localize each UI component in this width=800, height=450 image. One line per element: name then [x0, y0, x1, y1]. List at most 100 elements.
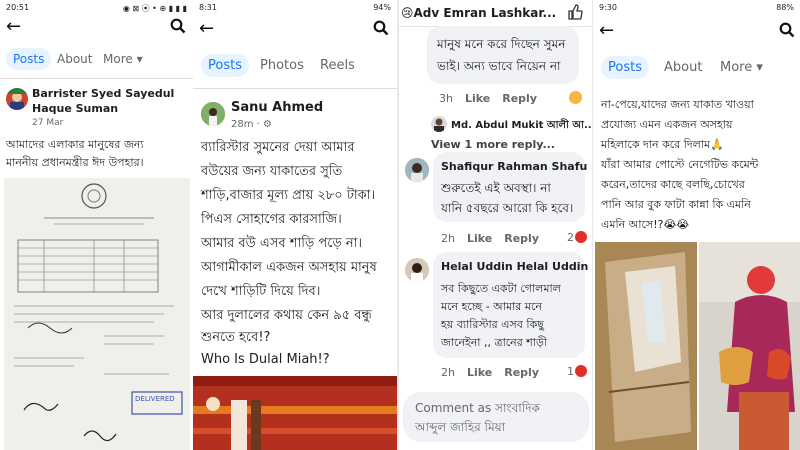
search-icon-glyph: [170, 18, 186, 34]
post-text-line: শাড়ি,বাজার মূল্য প্রায় ২৮০ টাকা।: [201, 188, 376, 203]
avatar[interactable]: [405, 258, 429, 282]
comment-author[interactable]: Shafiqur Rahman Shafu: [441, 160, 587, 173]
post-time: 28m · ⚙: [231, 119, 272, 130]
reply-author[interactable]: Md. Abdul Mukit আলী আ...: [451, 118, 592, 135]
tab-posts[interactable]: Posts: [601, 56, 649, 79]
search-icon-glyph: [779, 22, 795, 38]
reaction-icon: [575, 365, 587, 377]
profile-tabs: Posts Photos Reels: [193, 54, 397, 84]
profile-tabs: Posts About More ▾: [593, 56, 800, 86]
back-arrow-icon[interactable]: ←: [599, 22, 614, 40]
divider: [0, 78, 193, 79]
post-photo-left[interactable]: [595, 242, 697, 450]
screenshot-panel-1: 20:51 ◉ ⊠ ⦿ • ⊕ ▮ ▮ ▮ ← Posts About More…: [0, 0, 193, 450]
post-text-line: ব্যারিস্টার সুমনের দেয়া আমার: [201, 140, 355, 155]
comment-actions: 3h Like Reply: [439, 92, 549, 105]
like-button[interactable]: Like: [467, 366, 492, 379]
tab-more[interactable]: More ▾: [713, 56, 770, 79]
avatar-photo: [434, 118, 444, 132]
post-text-line: যাঁরা আমার পোস্টে নেগেটিভ কমেন্ট: [601, 158, 759, 171]
comment-time: 3h: [439, 92, 453, 105]
status-time: 9:30: [599, 3, 617, 12]
post-text-line: দেখে শাড়িটি দিয়ে দিব।: [201, 284, 321, 299]
post-text-line: আগামীকাল একজন অসহায় মানুষ: [201, 260, 377, 275]
comment-bubble: Shafiqur Rahman Shafu শুরুতেই এই অবস্থা।…: [433, 152, 587, 222]
back-arrow-icon[interactable]: ←: [6, 18, 21, 36]
search-icon-glyph: [373, 20, 389, 36]
comment-text-line: সব কিছুতে একটা গোলমাল: [441, 282, 561, 295]
comment-time: 2h: [441, 366, 455, 379]
post-text-line: আর দুলালের কথায় কেন ৯৫ বন্ধু: [201, 308, 372, 323]
reply-button[interactable]: Reply: [502, 92, 537, 105]
reply-button[interactable]: Reply: [504, 366, 539, 379]
reply-button[interactable]: Reply: [504, 232, 539, 245]
status-bar: 20:51 ◉ ⊠ ⦿ • ⊕ ▮ ▮ ▮: [0, 0, 193, 16]
author-name[interactable]: Sanu Ahmed: [231, 100, 323, 115]
post-photo-right[interactable]: [699, 242, 800, 450]
avatar[interactable]: [6, 88, 28, 110]
comment-bubble: Helal Uddin Helal Uddin সব কিছুতে একটা গ…: [433, 252, 588, 358]
post-text-line: করেন,তাদের কাছে বলছি,চোখের: [601, 178, 745, 191]
post-text-line: না-পেয়ে,যাদের জন্য যাকাত খাওয়া: [601, 98, 754, 111]
comment-text-line: ভাই। অন্য ভাবে নিয়েন না: [437, 59, 561, 73]
status-time: 20:51: [6, 3, 30, 12]
sad-reaction-icon: [569, 91, 582, 104]
comment-bubble: মানুষ মনে করে দিছেন সুমন ভাই। অন্য ভাবে …: [427, 26, 579, 84]
comment-input[interactable]: Comment as সাংবাদিক আব্দুল জাহির মিয়া: [403, 392, 589, 442]
author-name-line-1[interactable]: Barrister Syed Sayedul: [32, 87, 174, 100]
tab-more[interactable]: More ▾: [96, 48, 150, 70]
post-text-line: পানি আর বুক ফাটা কান্না কি এমনি: [601, 198, 751, 211]
tab-reels[interactable]: Reels: [313, 54, 362, 77]
comment-author[interactable]: Helal Uddin Helal Uddin: [441, 260, 588, 273]
package-photo-graphic: [595, 242, 697, 450]
post-date: 27 Mar: [32, 118, 64, 128]
like-button[interactable]: Like: [467, 232, 492, 245]
reaction-icon: [575, 231, 587, 243]
tab-photos[interactable]: Photos: [253, 54, 311, 77]
saree-photo-graphic: [193, 376, 397, 450]
search-icon[interactable]: [170, 18, 186, 38]
status-bar: 9:30 88%: [593, 0, 800, 16]
delivered-stamp: DELIVERED: [135, 395, 175, 403]
tab-about[interactable]: About: [50, 48, 99, 70]
post-text-line: পিএস সোহাগের কারসাজি।: [201, 212, 342, 227]
thumbs-up-icon: [568, 4, 583, 20]
tab-about[interactable]: About: [657, 56, 709, 79]
view-more-replies-link[interactable]: View 1 more reply...: [431, 138, 555, 151]
author-name-line-2[interactable]: Haque Suman: [32, 102, 118, 115]
post-text-line: আমার বউ এসব শাড়ি পড়ে না।: [201, 236, 363, 251]
post-text-line: এমনি আসে!?😭😭: [601, 218, 690, 231]
reaction-count: 2: [567, 231, 574, 244]
document-photo[interactable]: DELIVERED: [4, 178, 190, 450]
document-scan-graphic: [4, 178, 190, 450]
tab-posts[interactable]: Posts: [6, 48, 52, 70]
profile-tabs: Posts About More ▾: [0, 48, 193, 78]
comment-actions: 2h Like Reply: [441, 366, 551, 379]
post-text-line-2: মাননীয় প্রধানমন্ত্রীর ঈদ উপহার।: [6, 156, 144, 169]
comment-as-name: আব্দুল জাহির মিয়া: [415, 420, 506, 434]
status-time: 8:31: [199, 3, 217, 12]
back-arrow-icon[interactable]: ←: [199, 20, 214, 38]
comment-text-line: মনে হচ্ছে - আমার মনে: [441, 300, 542, 313]
comment-as-label: Comment as সাংবাদিক: [415, 401, 540, 415]
header-title: 😢Adv Emran Lashkar...: [401, 6, 557, 20]
woman-photo-graphic: [699, 242, 800, 450]
comment-text-line: মানুষ মনে করে দিছেন সুমন: [437, 37, 566, 51]
comment-text-line: হয় ব্যারিস্টার এসব কিছু: [441, 318, 544, 331]
tab-posts[interactable]: Posts: [201, 54, 249, 77]
like-button[interactable]: Like: [465, 92, 490, 105]
avatar[interactable]: [201, 102, 225, 126]
avatar[interactable]: [431, 116, 447, 132]
screenshot-panel-4: 9:30 88% ← Posts About More ▾ না-পেয়ে,য…: [593, 0, 800, 450]
search-icon[interactable]: [779, 22, 795, 42]
like-icon[interactable]: [567, 4, 583, 24]
post-text-line: Who Is Dulal Miah!?: [201, 352, 330, 367]
post-photo[interactable]: [193, 376, 397, 450]
comment-actions: 2h Like Reply: [441, 232, 551, 245]
post-text-line: মহিলাকে দান করে দিলাম🙏: [601, 138, 724, 151]
avatar-face: [6, 88, 28, 110]
reaction-count: 1: [567, 365, 574, 378]
search-icon[interactable]: [373, 20, 389, 40]
avatar[interactable]: [405, 158, 429, 182]
status-battery: 88%: [776, 3, 794, 12]
